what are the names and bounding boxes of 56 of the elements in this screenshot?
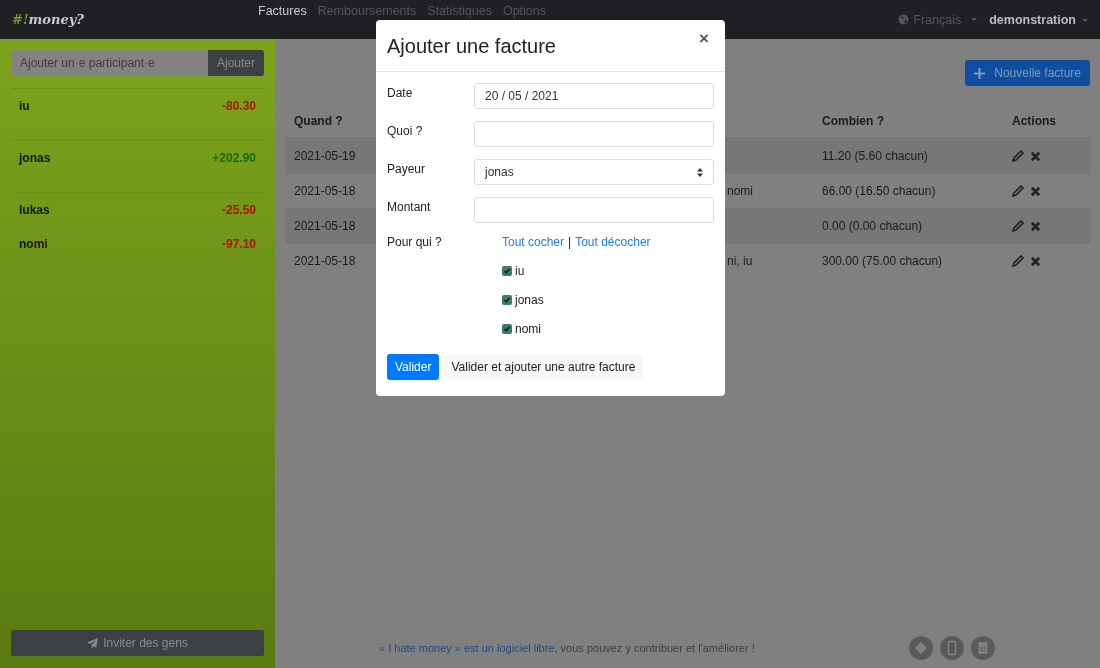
new-bill-button[interactable]: Nouvelle facture [965,60,1090,86]
submit-button[interactable]: Valider [387,354,440,380]
paper-plane-icon [87,637,99,649]
footer-text: « I hate money » est un logiciel libre, vous pouvez y contribuer et l'améliorer ! [379,642,756,654]
user-menu[interactable]: demonstration [989,12,1088,27]
participant-balance: -97.10 [221,237,256,253]
project-link[interactable]: « I hate money » est un logiciel libre [379,642,555,654]
nav-link[interactable]: Factures [258,4,307,18]
checkbox-label: jonas [515,293,544,307]
input-field[interactable] [474,121,714,147]
field-label: Payeur [387,161,427,176]
checkbox[interactable] [502,324,512,334]
delete-icon[interactable] [1030,220,1041,232]
participant-balance: -80.30 [221,99,256,115]
uncheck-all-link[interactable]: Tout décocher [575,235,651,249]
table-cell: 11.20 (5.60 chacun) [814,138,1004,174]
participant-name: lukas [19,203,50,219]
pencil-icon[interactable] [1012,185,1024,197]
dialog-title: Ajouter une facture [387,35,556,58]
checkbox-label: iu [515,264,525,278]
participant-balance: -25.50 [221,203,256,219]
payer-select[interactable]: jonas [474,159,714,185]
invite-button[interactable]: Inviter des gens [11,630,264,656]
pencil-icon[interactable] [1012,150,1024,162]
logo-name: money? [28,12,84,27]
checkbox[interactable] [502,295,512,305]
close-button[interactable]: × [694,29,714,49]
add-participant-button[interactable]: Ajouter [207,50,264,76]
field-label: Date [387,85,414,100]
field-label: Quoi ? [387,123,424,138]
participant-name-field[interactable]: Ajouter un·e participant·e [11,50,208,76]
globe-icon [898,14,910,25]
table-cell: nomi [727,184,753,198]
column-header: Combien ? [814,104,1004,139]
column-header: Actions [1004,104,1090,139]
checkbox-label: nomi [515,322,541,336]
pencil-icon[interactable] [1012,220,1024,232]
participant-balance: +202.90 [212,151,256,167]
delete-icon[interactable] [1030,185,1041,197]
participant-name: jonas [19,151,51,167]
link-separator: | [568,235,572,249]
date-field[interactable]: 20 / 05 / 2021 [474,83,714,109]
delete-icon[interactable] [1030,255,1041,267]
participant-name: nomi [19,237,48,253]
delete-icon[interactable] [1030,150,1041,162]
submit-and-add-button[interactable]: Valider et ajouter une autre facture [443,354,644,380]
input-field[interactable] [474,197,714,223]
pencil-icon[interactable] [1012,255,1024,267]
logo-symbol: #! [12,12,29,27]
plus-icon [974,67,986,79]
table-cell: 300.00 (75.00 chacun) [814,243,1004,278]
select-arrows-icon [697,167,703,177]
table-cell: 0.00 (0.00 chacun) [814,208,1004,244]
checkbox[interactable] [502,266,512,276]
table-cell: ni, iu [727,254,753,268]
participant-name: iu [19,99,30,115]
